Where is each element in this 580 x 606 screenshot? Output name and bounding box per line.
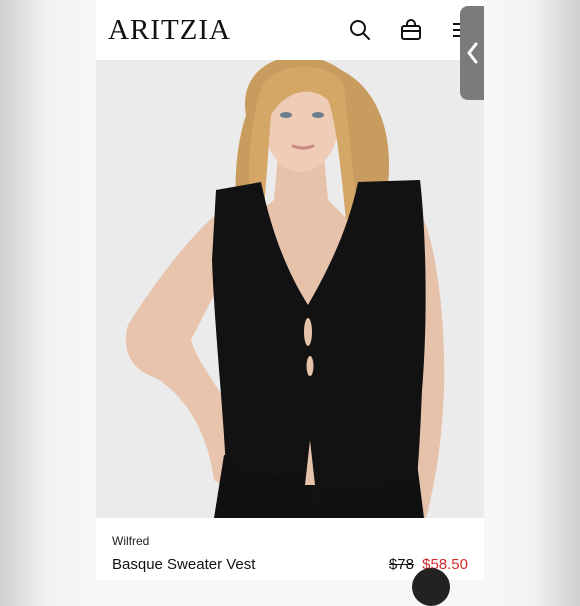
brand-logo[interactable]: ARITZIA xyxy=(108,14,231,46)
side-tab[interactable] xyxy=(460,6,484,100)
phone-screen: ARITZIA Wilfred Basque Sweater Vest $78 … xyxy=(96,0,484,580)
site-header: ARITZIA xyxy=(96,0,484,60)
floating-action-button[interactable] xyxy=(412,568,450,606)
product-name[interactable]: Basque Sweater Vest xyxy=(112,556,255,573)
chevron-left-icon xyxy=(467,42,478,64)
bag-icon[interactable] xyxy=(399,18,423,42)
original-price: $78 xyxy=(388,556,414,573)
search-icon[interactable] xyxy=(348,18,372,42)
product-image[interactable] xyxy=(96,60,484,518)
product-brand: Wilfred xyxy=(112,534,150,548)
